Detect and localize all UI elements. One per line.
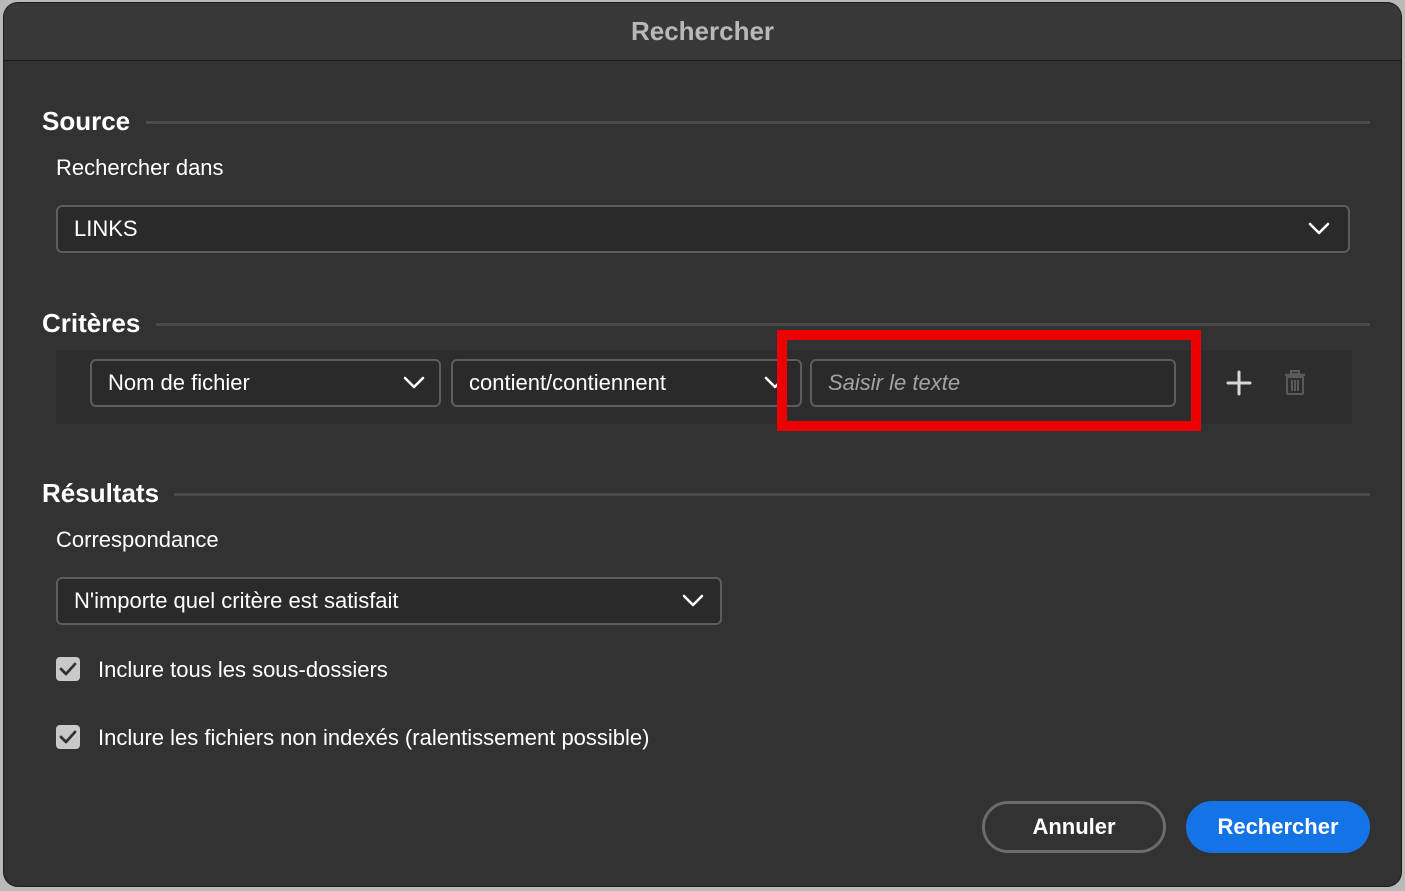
trash-icon xyxy=(1285,370,1305,395)
title-bar: Rechercher xyxy=(4,3,1401,61)
include-unindexed-checkbox[interactable] xyxy=(56,725,80,749)
criteria-operator-value: contient/contiennent xyxy=(469,370,666,395)
chevron-down-icon xyxy=(403,376,425,389)
match-label: Correspondance xyxy=(56,527,219,552)
delete-criteria-button[interactable] xyxy=(1277,365,1313,401)
search-dialog: Rechercher Source Rechercher dans LINKS … xyxy=(4,3,1401,886)
checkmark-icon xyxy=(59,662,77,676)
criteria-field-value: Nom de fichier xyxy=(108,370,250,395)
section-title-criteria: Critères xyxy=(42,308,141,338)
checkmark-icon xyxy=(59,730,77,744)
chevron-down-icon xyxy=(682,594,704,607)
section-title-source: Source xyxy=(42,106,131,136)
search-in-value: LINKS xyxy=(74,216,138,241)
chevron-down-icon xyxy=(1308,222,1330,235)
section-divider xyxy=(156,323,1370,326)
section-title-results: Résultats xyxy=(42,478,160,508)
search-button[interactable]: Rechercher xyxy=(1186,801,1370,853)
highlight-annotation xyxy=(777,330,1201,431)
include-subfolders-label: Inclure tous les sous-dossiers xyxy=(98,657,388,682)
cancel-button[interactable]: Annuler xyxy=(982,801,1166,853)
criteria-operator-dropdown[interactable]: contient/contiennent xyxy=(451,359,802,407)
include-unindexed-label: Inclure les fichiers non indexés (ralent… xyxy=(98,725,650,750)
dialog-title: Rechercher xyxy=(630,16,775,46)
add-criteria-button[interactable] xyxy=(1221,365,1257,401)
search-in-label: Rechercher dans xyxy=(56,155,224,180)
section-divider xyxy=(146,121,1370,124)
plus-icon xyxy=(1226,370,1252,396)
search-in-dropdown[interactable]: LINKS xyxy=(56,205,1350,253)
match-dropdown[interactable]: N'importe quel critère est satisfait xyxy=(56,577,722,625)
section-divider xyxy=(174,493,1370,496)
match-value: N'importe quel critère est satisfait xyxy=(74,588,399,613)
include-subfolders-checkbox[interactable] xyxy=(56,657,80,681)
criteria-field-dropdown[interactable]: Nom de fichier xyxy=(90,359,441,407)
